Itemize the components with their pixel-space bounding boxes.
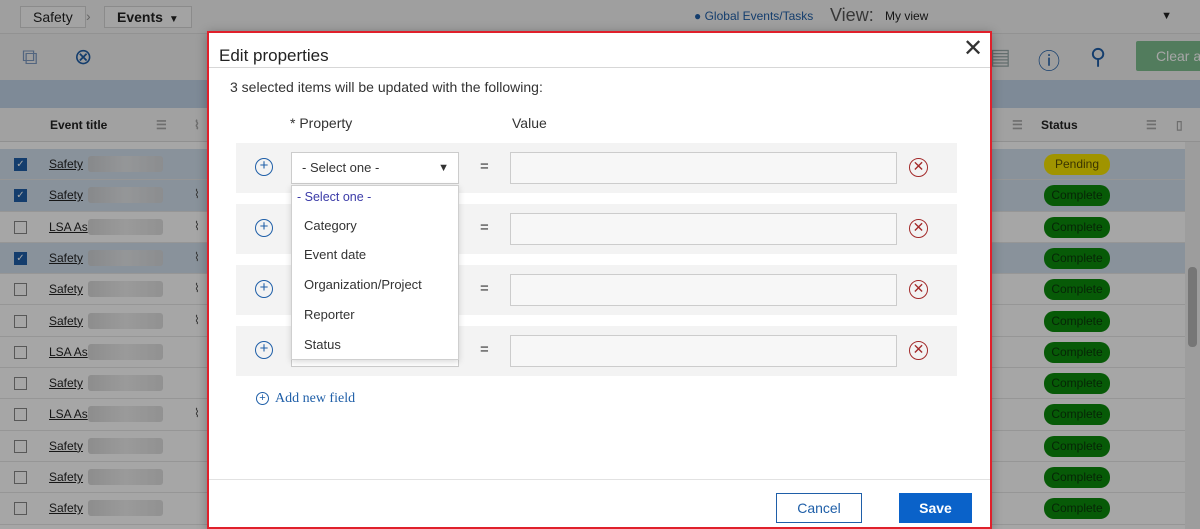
property-dropdown-menu: - Select one - Category Event date Organ… bbox=[291, 185, 459, 360]
close-icon[interactable]: ✕ bbox=[962, 37, 984, 61]
add-new-field-label: Add new field bbox=[275, 391, 356, 406]
value-input[interactable] bbox=[510, 152, 897, 184]
value-column-label: Value bbox=[512, 115, 547, 131]
footer-divider bbox=[209, 479, 990, 480]
add-row-plus-icon[interactable]: + bbox=[255, 280, 273, 298]
equals-sign: = bbox=[480, 158, 489, 175]
equals-sign: = bbox=[480, 341, 489, 358]
equals-sign: = bbox=[480, 219, 489, 236]
dialog-subtitle: 3 selected items will be updated with th… bbox=[230, 79, 543, 95]
dialog-title: Edit properties bbox=[219, 46, 329, 65]
value-input[interactable] bbox=[510, 213, 897, 245]
cancel-button[interactable]: Cancel bbox=[776, 493, 862, 523]
dropdown-option-reporter[interactable]: Reporter bbox=[304, 307, 355, 322]
edit-properties-dialog: Edit properties ✕ 3 selected items will … bbox=[207, 31, 992, 529]
add-row-plus-icon[interactable]: + bbox=[255, 219, 273, 237]
property-column-label: * Property bbox=[290, 115, 353, 131]
dropdown-option-status[interactable]: Status bbox=[304, 337, 341, 352]
remove-row-x-icon[interactable]: ✕ bbox=[909, 280, 928, 299]
dropdown-option-event-date[interactable]: Event date bbox=[304, 247, 366, 262]
add-new-field-link[interactable]: + Add new field bbox=[256, 391, 355, 407]
caret-down-icon: ▼ bbox=[438, 162, 449, 174]
dropdown-option-organization-project[interactable]: Organization/Project bbox=[304, 277, 422, 292]
add-row-plus-icon[interactable]: + bbox=[255, 341, 273, 359]
equals-sign: = bbox=[480, 280, 489, 297]
property-select-value: - Select one - bbox=[302, 160, 380, 175]
value-input[interactable] bbox=[510, 274, 897, 306]
divider bbox=[209, 67, 990, 68]
property-select[interactable]: - Select one - ▼ bbox=[291, 152, 459, 184]
value-input[interactable] bbox=[510, 335, 897, 367]
plus-circle-icon: + bbox=[256, 392, 269, 405]
add-row-plus-icon[interactable]: + bbox=[255, 158, 273, 176]
remove-row-x-icon[interactable]: ✕ bbox=[909, 219, 928, 238]
save-button[interactable]: Save bbox=[899, 493, 972, 523]
dropdown-option-category[interactable]: Category bbox=[304, 218, 357, 233]
remove-row-x-icon[interactable]: ✕ bbox=[909, 341, 928, 360]
remove-row-x-icon[interactable]: ✕ bbox=[909, 158, 928, 177]
dropdown-option-placeholder[interactable]: - Select one - bbox=[297, 190, 371, 204]
